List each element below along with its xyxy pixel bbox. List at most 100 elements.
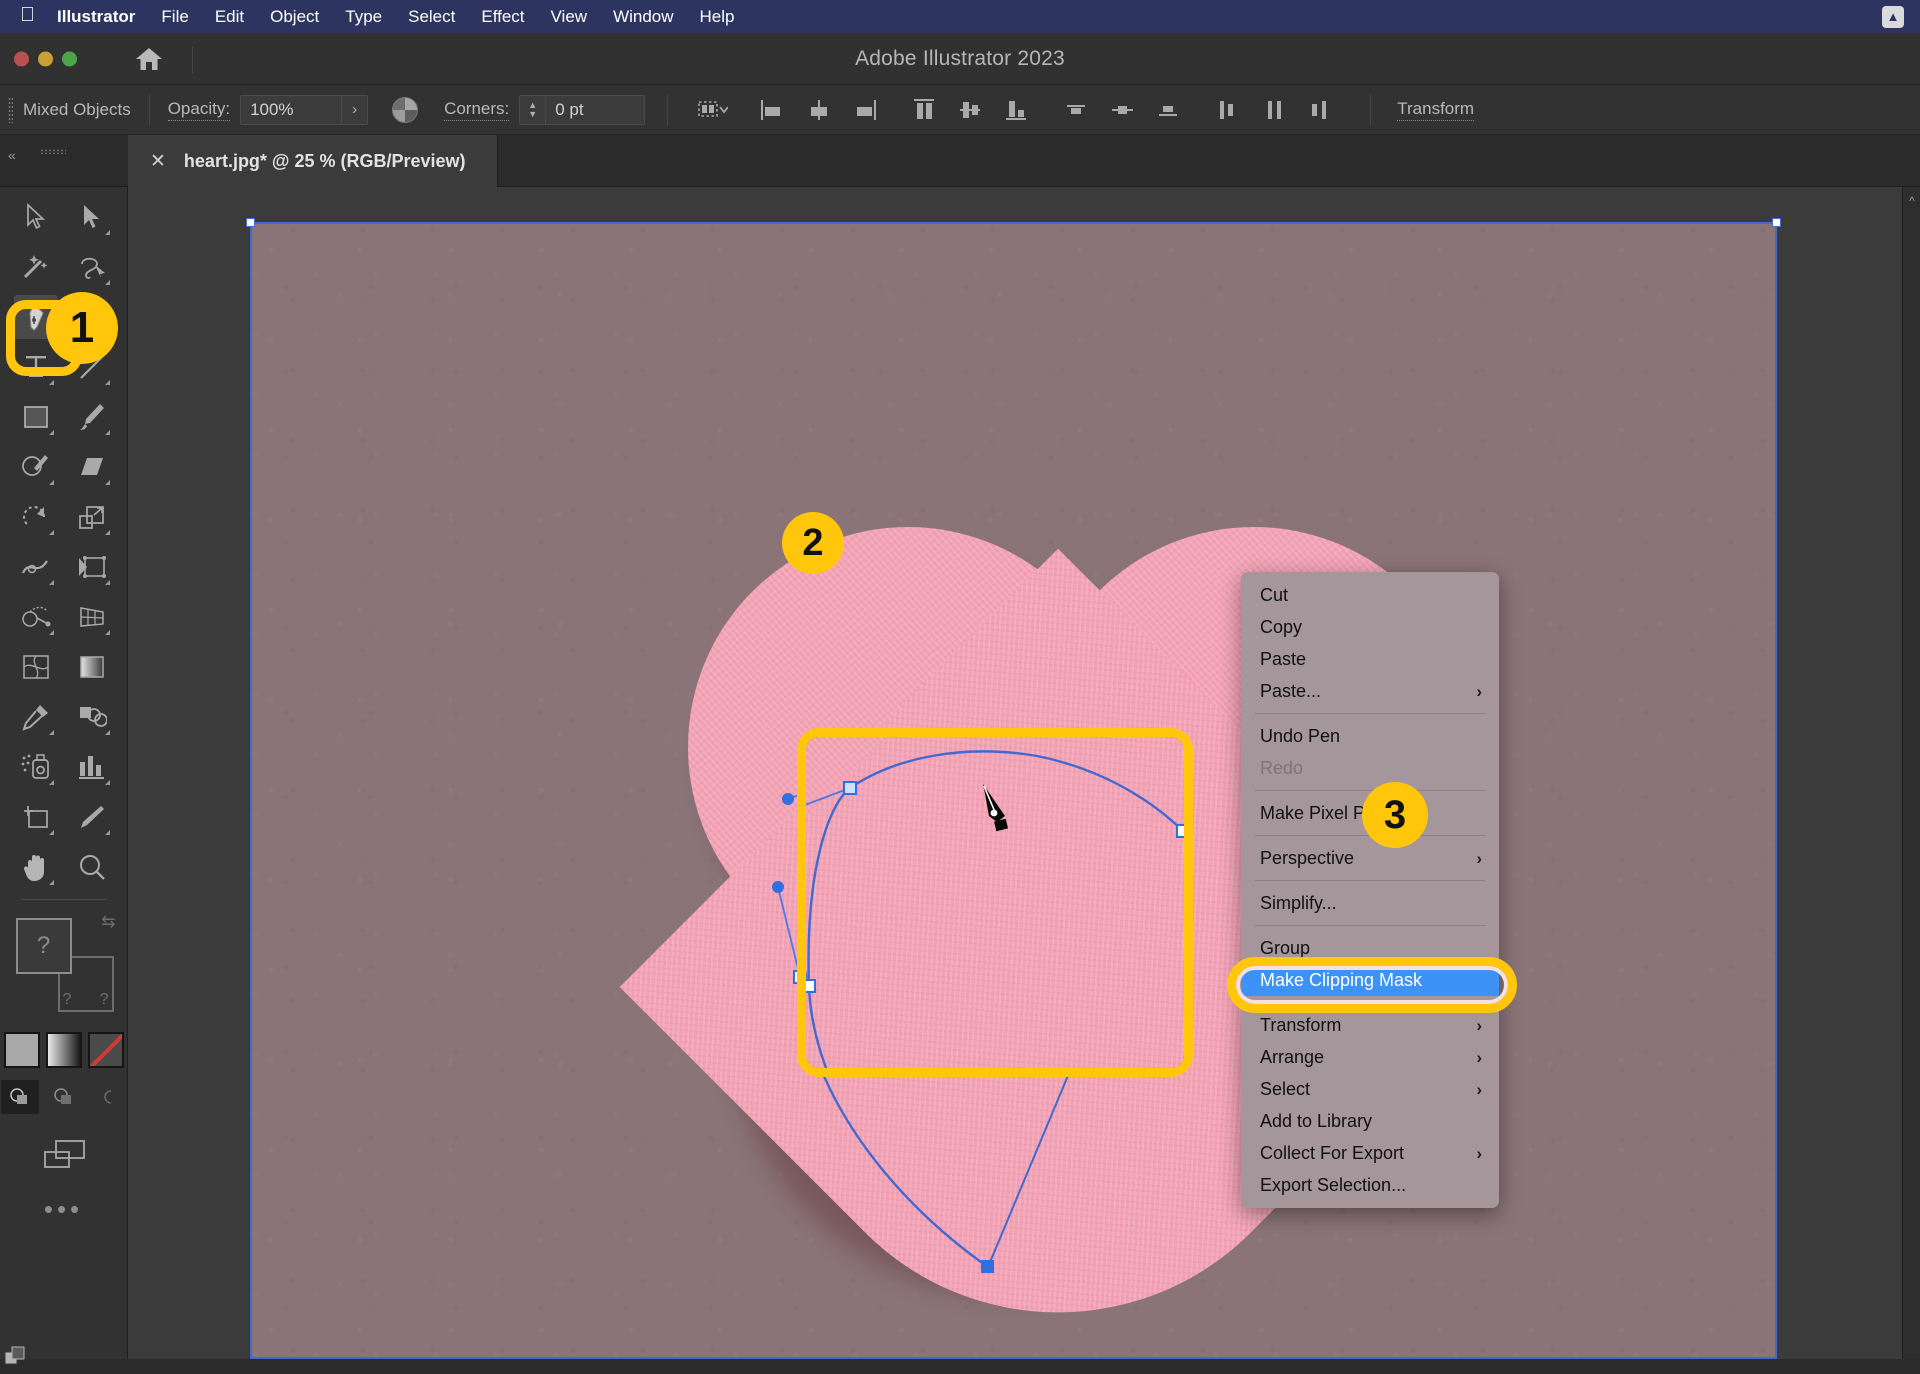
magic-wand-tool[interactable] <box>14 245 58 289</box>
chevron-right-icon: › <box>1476 1015 1482 1035</box>
menu-item-label: Paste... <box>1260 680 1322 701</box>
menu-item-group[interactable]: Group <box>1241 932 1499 964</box>
control-bar-grip[interactable] <box>8 96 13 123</box>
none-swatch[interactable] <box>87 1032 124 1068</box>
hand-tool[interactable] <box>14 845 58 889</box>
opacity-pie-icon[interactable] <box>392 96 419 123</box>
canvas-area[interactable]: Cut Copy Paste Paste... › Undo Pen Redo … <box>128 187 1902 1359</box>
shape-builder-tool[interactable] <box>14 595 58 639</box>
column-graph-tool[interactable] <box>70 745 114 789</box>
gradient-tool[interactable] <box>70 645 114 689</box>
fill-swatch[interactable]: ? <box>15 918 72 974</box>
distribute-horizontal-center-icon[interactable] <box>1258 94 1292 126</box>
eraser-tool[interactable] <box>70 445 114 489</box>
draw-normal-icon[interactable] <box>0 1080 39 1114</box>
apple-logo-icon[interactable]:  <box>20 5 35 25</box>
align-vertical-center-icon[interactable] <box>954 94 988 126</box>
distribute-right-icon[interactable] <box>1304 94 1338 126</box>
distribute-top-icon[interactable] <box>1060 94 1094 126</box>
menu-item-add-to-library[interactable]: Add to Library <box>1241 1105 1499 1137</box>
eyedropper-tool[interactable] <box>14 695 58 739</box>
paintbrush-tool[interactable] <box>70 395 114 439</box>
mac-menu-bar:  Illustrator File Edit Object Type Sele… <box>0 0 1920 33</box>
chevron-up-icon[interactable]: ^ <box>1903 193 1920 209</box>
menu-item-undo-pen[interactable]: Undo Pen <box>1241 720 1499 752</box>
menu-effect[interactable]: Effect <box>481 7 524 27</box>
chevron-right-icon: › <box>1476 1143 1482 1163</box>
width-tool[interactable] <box>14 545 58 589</box>
menu-illustrator[interactable]: Illustrator <box>57 7 135 27</box>
draw-behind-icon[interactable] <box>45 1080 83 1114</box>
menu-item-transform[interactable]: Transform › <box>1241 1009 1499 1041</box>
menu-item-cut[interactable]: Cut <box>1241 579 1499 611</box>
menu-item-redo: Redo <box>1260 757 1304 778</box>
screen-mode-icon[interactable] <box>0 1138 127 1172</box>
ellipsis-icon[interactable]: ••• <box>0 1196 127 1222</box>
close-icon[interactable]: ✕ <box>150 152 166 171</box>
align-top-icon[interactable] <box>908 94 942 126</box>
menu-item-select[interactable]: Select › <box>1241 1073 1499 1105</box>
document-tab[interactable]: ✕ heart.jpg* @ 25 % (RGB/Preview) <box>128 135 498 187</box>
corners-stepper[interactable]: ▲ ▼ <box>519 94 546 125</box>
distribute-left-icon[interactable] <box>1212 94 1246 126</box>
free-transform-tool[interactable] <box>70 545 114 589</box>
context-menu[interactable]: Cut Copy Paste Paste... › Undo Pen Redo … <box>1241 572 1499 1208</box>
menu-view[interactable]: View <box>551 7 588 27</box>
menu-item-simplify[interactable]: Simplify... <box>1241 887 1499 919</box>
chevron-right-icon[interactable]: › <box>341 95 367 124</box>
align-bottom-icon[interactable] <box>1000 94 1034 126</box>
menu-item-paste-special[interactable]: Paste... › <box>1241 675 1499 707</box>
menu-item-label: Perspective <box>1260 847 1355 868</box>
menu-item-make-clipping-mask[interactable]: Make Clipping Mask <box>1241 964 1499 996</box>
default-fill-stroke-icon[interactable] <box>4 1345 26 1367</box>
opacity-label: Opacity: <box>167 99 231 121</box>
distribute-vertical-center-icon[interactable] <box>1106 94 1140 126</box>
lasso-tool[interactable] <box>70 245 114 289</box>
align-options-icon[interactable] <box>696 94 730 126</box>
symbol-sprayer-tool[interactable] <box>14 745 58 789</box>
mesh-tool[interactable] <box>14 645 58 689</box>
vertical-scrollbar[interactable]: ^ <box>1902 187 1920 1359</box>
menu-type[interactable]: Type <box>345 7 382 27</box>
menu-item-perspective[interactable]: Perspective › <box>1241 842 1499 874</box>
menu-window[interactable]: Window <box>613 7 673 27</box>
distribute-bottom-icon[interactable] <box>1152 94 1186 126</box>
transform-label[interactable]: Transform <box>1397 99 1475 121</box>
perspective-grid-tool[interactable] <box>70 595 114 639</box>
zoom-tool[interactable] <box>70 845 114 889</box>
control-center-icon[interactable]: ▲ <box>1882 5 1904 28</box>
corners-value[interactable]: 0 pt <box>545 94 646 125</box>
menu-object[interactable]: Object <box>270 7 319 27</box>
menu-file[interactable]: File <box>161 7 188 27</box>
menu-item-collect-for-export[interactable]: Collect For Export › <box>1241 1137 1499 1169</box>
align-horizontal-center-icon[interactable] <box>802 94 836 126</box>
opacity-input[interactable]: 100% › <box>240 94 369 125</box>
blend-tool[interactable] <box>70 695 114 739</box>
selection-tool[interactable] <box>14 195 58 239</box>
rectangle-tool[interactable] <box>14 395 58 439</box>
menu-item-export-selection[interactable]: Export Selection... <box>1241 1169 1499 1201</box>
menu-item-paste[interactable]: Paste <box>1241 643 1499 675</box>
rotate-tool[interactable] <box>14 495 58 539</box>
swap-fill-stroke-icon[interactable]: ⇆ <box>101 912 115 932</box>
gradient-swatch[interactable] <box>45 1032 82 1068</box>
menu-edit[interactable]: Edit <box>215 7 244 27</box>
align-right-icon[interactable] <box>848 94 882 126</box>
menu-select[interactable]: Select <box>408 7 455 27</box>
slice-tool[interactable] <box>70 795 114 839</box>
direct-selection-tool[interactable] <box>70 195 114 239</box>
draw-inside-icon[interactable] <box>89 1080 127 1114</box>
menu-help[interactable]: Help <box>700 7 735 27</box>
double-chevron-left-icon[interactable]: « <box>8 147 16 163</box>
callout-badge-3: 3 <box>1362 782 1428 848</box>
toolbar-grip[interactable] <box>40 149 66 154</box>
artwork-selection-crop[interactable] <box>797 728 1193 1077</box>
menu-item-copy[interactable]: Copy <box>1241 611 1499 643</box>
align-left-icon[interactable] <box>756 94 790 126</box>
artboard-tool[interactable] <box>14 795 58 839</box>
scale-tool[interactable] <box>70 495 114 539</box>
menu-item-arrange[interactable]: Arrange › <box>1241 1041 1499 1073</box>
page-title: Adobe Illustrator 2023 <box>855 46 1065 70</box>
shaper-tool[interactable] <box>14 445 58 489</box>
color-swatch[interactable] <box>3 1032 40 1068</box>
